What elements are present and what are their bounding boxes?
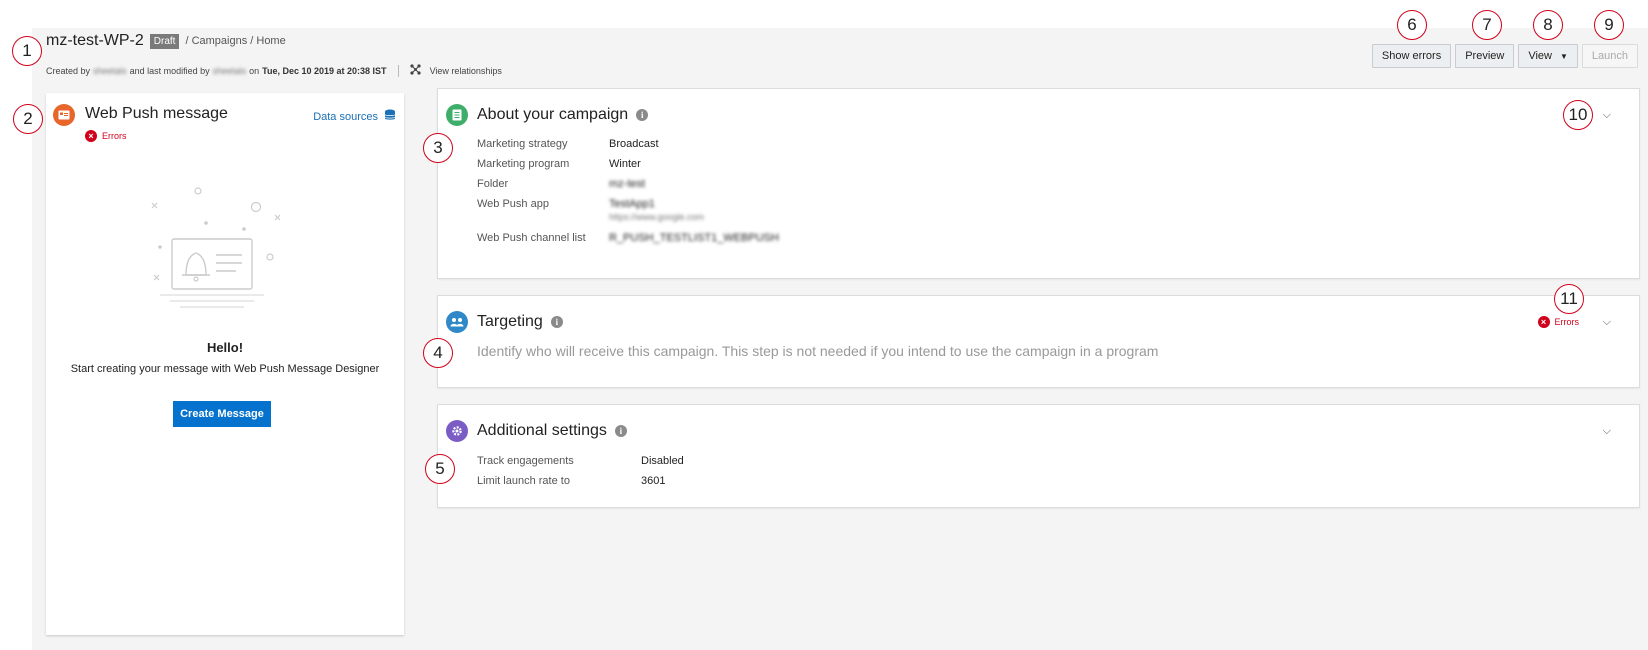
campaign-title: mz-test-WP-2: [46, 32, 144, 49]
targeting-title: Targeting i: [477, 313, 563, 331]
field-label: Web Push app: [477, 198, 549, 210]
about-title: About your campaign i: [477, 106, 649, 124]
field-value: Winter: [609, 158, 641, 170]
error-icon: ×: [85, 130, 97, 142]
created-by-user: sheetals: [93, 66, 127, 76]
relationships-icon[interactable]: [409, 64, 421, 78]
info-icon[interactable]: i: [614, 425, 627, 437]
preview-button[interactable]: Preview: [1455, 44, 1515, 68]
callout-6: 6: [1397, 10, 1427, 40]
about-title-label: About your campaign: [477, 106, 629, 123]
panel-title: Web Push message: [85, 105, 228, 122]
callout-3: 3: [423, 133, 453, 163]
field-label: Marketing strategy: [477, 138, 568, 150]
campaign-meta: Created by sheetals and last modified by…: [46, 64, 502, 78]
data-sources-link[interactable]: Data sources: [313, 109, 396, 124]
field-limit-launch-rate: Limit launch rate to 3601: [477, 475, 684, 495]
callout-8: 8: [1533, 10, 1563, 40]
panel-errors-label: Errors: [102, 131, 127, 141]
modified-by-label: and last modified by: [129, 66, 210, 76]
about-campaign-card: About your campaign i ⌵ Marketing strate…: [437, 88, 1640, 279]
field-track-engagements: Track engagements Disabled: [477, 455, 684, 475]
field-value: Broadcast: [609, 138, 659, 150]
additional-fields: Track engagements Disabled Limit launch …: [477, 455, 684, 495]
callout-5: 5: [425, 454, 455, 484]
campaign-header: mz-test-WP-2 Draft / Campaigns / Home: [46, 32, 286, 50]
empty-state-heading: Hello!: [206, 340, 244, 355]
targeting-errors-label: Errors: [1554, 317, 1580, 327]
targeting-card: Targeting i × Errors ⌵ Identify who will…: [437, 295, 1640, 388]
field-label: Marketing program: [477, 158, 570, 170]
chevron-down-icon[interactable]: ⌵: [1603, 425, 1611, 438]
launch-button[interactable]: Launch: [1581, 44, 1638, 68]
modified-date: Tue, Dec 10 2019 at 20:38 IST: [262, 66, 387, 76]
modified-by-user: sheetals: [212, 66, 247, 76]
field-label: Folder: [477, 178, 509, 190]
data-sources-label: Data sources: [313, 110, 378, 123]
view-relationships-link[interactable]: View relationships: [430, 66, 502, 76]
chevron-down-icon[interactable]: ⌵: [1603, 316, 1611, 329]
show-errors-button[interactable]: Show errors: [1371, 44, 1452, 68]
status-badge: Draft: [149, 33, 180, 49]
field-folder: Folder mz-test: [477, 178, 779, 198]
callout-2: 2: [13, 104, 43, 134]
additional-settings-card: Additional settings i ⌵ Track engagement…: [437, 404, 1640, 508]
callout-9: 9: [1594, 10, 1624, 40]
field-value: TestApp1: [609, 198, 655, 210]
gear-icon: [446, 420, 468, 442]
field-label: Limit launch rate to: [477, 475, 570, 487]
error-icon: ×: [1537, 316, 1550, 328]
view-button[interactable]: View ▼: [1518, 44, 1578, 68]
targeting-description: Identify who will receive this campaign.…: [477, 343, 1159, 359]
field-value: mz-test: [609, 178, 646, 190]
create-message-button[interactable]: Create Message: [173, 401, 271, 427]
meta-divider: [397, 65, 399, 77]
callout-7: 7: [1472, 10, 1502, 40]
created-by-label: Created by: [46, 66, 91, 76]
field-web-push-app: Web Push app TestApp1 https://www.google…: [477, 198, 779, 232]
breadcrumb[interactable]: / Campaigns / Home: [185, 35, 285, 47]
callout-11: 11: [1554, 284, 1584, 314]
field-label: Track engagements: [477, 455, 574, 467]
field-label: Web Push channel list: [477, 232, 586, 244]
about-fields: Marketing strategy Broadcast Marketing p…: [477, 138, 779, 252]
targeting-errors[interactable]: × Errors: [1537, 316, 1580, 328]
on-label: on: [249, 66, 260, 76]
field-value: 3601: [641, 475, 666, 487]
field-value: Disabled: [641, 455, 684, 467]
document-icon: [446, 104, 468, 126]
empty-state-text: Start creating your message with Web Pus…: [70, 363, 380, 375]
callout-1: 1: [12, 36, 42, 66]
database-icon: [384, 109, 396, 124]
field-marketing-strategy: Marketing strategy Broadcast: [477, 138, 779, 158]
chevron-down-icon[interactable]: ⌵: [1603, 109, 1611, 122]
caret-down-icon: ▼: [1559, 51, 1568, 61]
field-value-group: TestApp1 https://www.google.com: [609, 198, 704, 222]
targeting-title-label: Targeting: [477, 313, 543, 330]
field-sub-value: https://www.google.com: [609, 212, 705, 222]
toolbar: Show errors Preview View ▼ Launch: [1371, 44, 1638, 68]
panel-errors[interactable]: × Errors: [85, 130, 127, 142]
info-icon[interactable]: i: [636, 109, 649, 121]
field-marketing-program: Marketing program Winter: [477, 158, 779, 178]
info-icon[interactable]: i: [550, 316, 563, 328]
field-value: R_PUSH_TESTLIST1_WEBPUSH: [609, 232, 779, 244]
web-push-message-panel: Web Push message × Errors Data sources H…: [46, 93, 404, 635]
callout-10: 10: [1563, 100, 1593, 130]
additional-title-label: Additional settings: [477, 422, 607, 439]
view-button-label: View: [1528, 50, 1552, 62]
field-channel-list: Web Push channel list R_PUSH_TESTLIST1_W…: [477, 232, 779, 252]
callout-4: 4: [423, 338, 453, 368]
empty-state-illustration: [146, 183, 296, 318]
message-card-icon: [53, 104, 75, 126]
people-icon: [446, 311, 468, 333]
additional-title: Additional settings i: [477, 422, 627, 440]
